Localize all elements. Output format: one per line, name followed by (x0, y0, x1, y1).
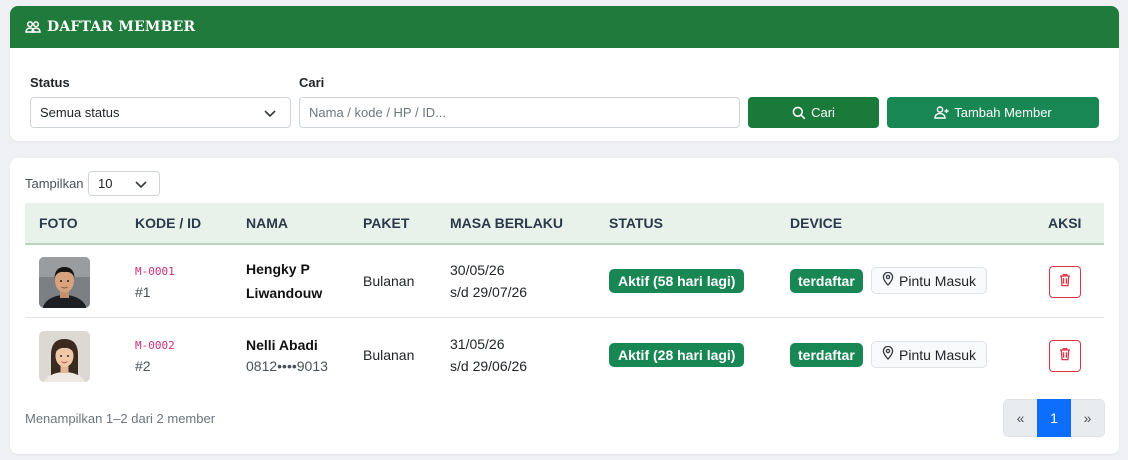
valid-from: 31/05/26 (450, 336, 505, 352)
next-page-button[interactable]: » (1071, 399, 1105, 437)
member-phone: 0812••••9013 (246, 358, 328, 374)
page-1-button[interactable]: 1 (1037, 399, 1071, 437)
delete-button[interactable] (1049, 266, 1081, 298)
search-icon (792, 106, 806, 120)
table-header: FOTO KODE / ID NAMA PAKET MASA BERLAKU S… (25, 203, 1104, 245)
device-location-button[interactable]: Pintu Masuk (871, 341, 988, 368)
status-badge: Aktif (58 hari lagi) (609, 269, 745, 293)
status-select[interactable]: Semua status (30, 97, 291, 128)
col-foto: FOTO (39, 215, 78, 231)
filter-card: DAFTAR MEMBER Status Semua status Cari C… (10, 6, 1119, 141)
col-kode-id: KODE / ID (135, 215, 202, 231)
status-select-value: Semua status (40, 105, 120, 120)
page-size-select[interactable]: 10 (88, 171, 160, 196)
device-location-label: Pintu Masuk (899, 346, 977, 363)
member-name: Nelli Abadi (246, 337, 318, 353)
table-row: M-0002 #2 Nelli Abadi 0812••••9013 Bulan… (25, 319, 1104, 392)
search-label: Cari (299, 75, 325, 90)
map-pin-icon (882, 345, 894, 363)
delete-button[interactable] (1049, 340, 1081, 372)
add-member-label: Tambah Member (954, 105, 1052, 120)
map-pin-icon (882, 271, 894, 289)
search-input[interactable] (299, 97, 740, 128)
device-location-label: Pintu Masuk (899, 272, 977, 289)
pagination-summary: Menampilkan 1–2 dari 2 member (25, 411, 216, 426)
member-package: Bulanan (363, 273, 415, 289)
member-package: Bulanan (363, 347, 415, 363)
member-code: M-0002 (135, 339, 175, 352)
device-location-button[interactable]: Pintu Masuk (871, 267, 988, 294)
status-badge: Aktif (28 hari lagi) (609, 343, 745, 367)
page-size-value: 10 (98, 176, 113, 191)
member-name-line2: Liwandouw (246, 285, 323, 301)
col-masa-berlaku: MASA BERLAKU (450, 215, 564, 231)
member-photo (39, 331, 90, 382)
member-table-card: Tampilkan 10 FOTO KODE / ID NAMA PAKET M… (10, 158, 1119, 454)
col-aksi: AKSI (1048, 215, 1082, 231)
member-code: M-0001 (135, 265, 175, 278)
search-button-label: Cari (811, 105, 835, 120)
member-id: #1 (135, 284, 151, 300)
table-row: M-0001 #1 Hengky P Liwandouw Bulanan 30/… (25, 245, 1104, 318)
valid-from: 30/05/26 (450, 262, 505, 278)
status-label: Status (30, 75, 70, 90)
col-status: STATUS (609, 215, 663, 231)
chevron-down-icon (135, 176, 147, 191)
pagination: « 1 » (1003, 399, 1105, 437)
add-user-icon (934, 106, 949, 119)
col-device: DEVICE (790, 215, 843, 231)
trash-icon (1059, 347, 1071, 366)
col-nama: NAMA (246, 215, 288, 231)
chevron-down-icon (264, 105, 276, 120)
page-title: DAFTAR MEMBER (47, 19, 196, 35)
add-member-button[interactable]: Tambah Member (887, 97, 1099, 128)
prev-page-button[interactable]: « (1003, 399, 1037, 437)
show-entries-label: Tampilkan (25, 176, 84, 191)
device-status-badge: terdaftar (790, 343, 863, 367)
member-id: #2 (135, 358, 151, 374)
valid-to: s/d 29/07/26 (450, 284, 528, 300)
users-icon (25, 21, 41, 33)
trash-icon (1059, 273, 1071, 292)
member-name: Hengky P (246, 261, 310, 277)
search-button[interactable]: Cari (748, 97, 879, 128)
member-photo (39, 257, 90, 308)
device-status-badge: terdaftar (790, 269, 863, 293)
col-paket: PAKET (363, 215, 410, 231)
card-header: DAFTAR MEMBER (10, 6, 1119, 48)
valid-to: s/d 29/06/26 (450, 358, 528, 374)
